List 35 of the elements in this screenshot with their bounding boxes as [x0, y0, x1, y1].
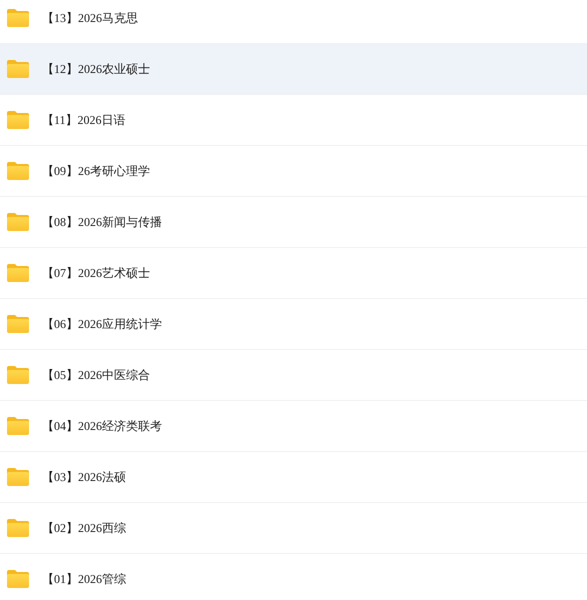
- folder-row[interactable]: 【09】26考研心理学: [0, 146, 587, 197]
- folder-icon: [6, 416, 30, 436]
- folder-row[interactable]: 【12】2026农业硕士: [0, 44, 587, 95]
- folder-icon: [6, 110, 30, 130]
- folder-name: 【06】2026应用统计学: [42, 316, 162, 332]
- folder-name: 【03】2026法硕: [42, 468, 126, 486]
- folder-name: 【04】2026经济类联考: [42, 418, 162, 434]
- folder-row[interactable]: 【03】2026法硕: [0, 452, 587, 503]
- folder-name: 【12】2026农业硕士: [42, 60, 150, 78]
- folder-icon: [6, 518, 30, 538]
- folder-row[interactable]: 【04】2026经济类联考: [0, 401, 587, 452]
- folder-row[interactable]: 【11】2026日语: [0, 95, 587, 146]
- folder-icon: [6, 8, 30, 28]
- folder-name: 【02】2026西综: [42, 520, 126, 536]
- folder-icon: [6, 263, 30, 283]
- folder-row[interactable]: 【06】2026应用统计学: [0, 299, 587, 350]
- folder-icon: [6, 467, 30, 487]
- folder-icon: [6, 59, 30, 79]
- folder-name: 【13】2026马克思: [42, 10, 138, 26]
- folder-icon: [6, 314, 30, 334]
- folder-name: 【08】2026新闻与传播: [42, 214, 162, 230]
- folder-icon: [6, 212, 30, 232]
- folder-icon: [6, 161, 30, 181]
- folder-row[interactable]: 【01】2026管综: [0, 554, 587, 600]
- folder-row[interactable]: 【05】2026中医综合: [0, 350, 587, 401]
- folder-name: 【09】26考研心理学: [42, 162, 150, 180]
- folder-name: 【01】2026管综: [42, 570, 126, 588]
- folder-row[interactable]: 【02】2026西综: [0, 503, 587, 554]
- folder-name: 【07】2026艺术硕士: [42, 264, 150, 282]
- folder-row[interactable]: 【08】2026新闻与传播: [0, 197, 587, 248]
- folder-name: 【11】2026日语: [42, 112, 126, 128]
- folder-icon: [6, 569, 30, 589]
- folder-name: 【05】2026中医综合: [42, 366, 150, 384]
- folder-icon: [6, 365, 30, 385]
- folder-row[interactable]: 【07】2026艺术硕士: [0, 248, 587, 299]
